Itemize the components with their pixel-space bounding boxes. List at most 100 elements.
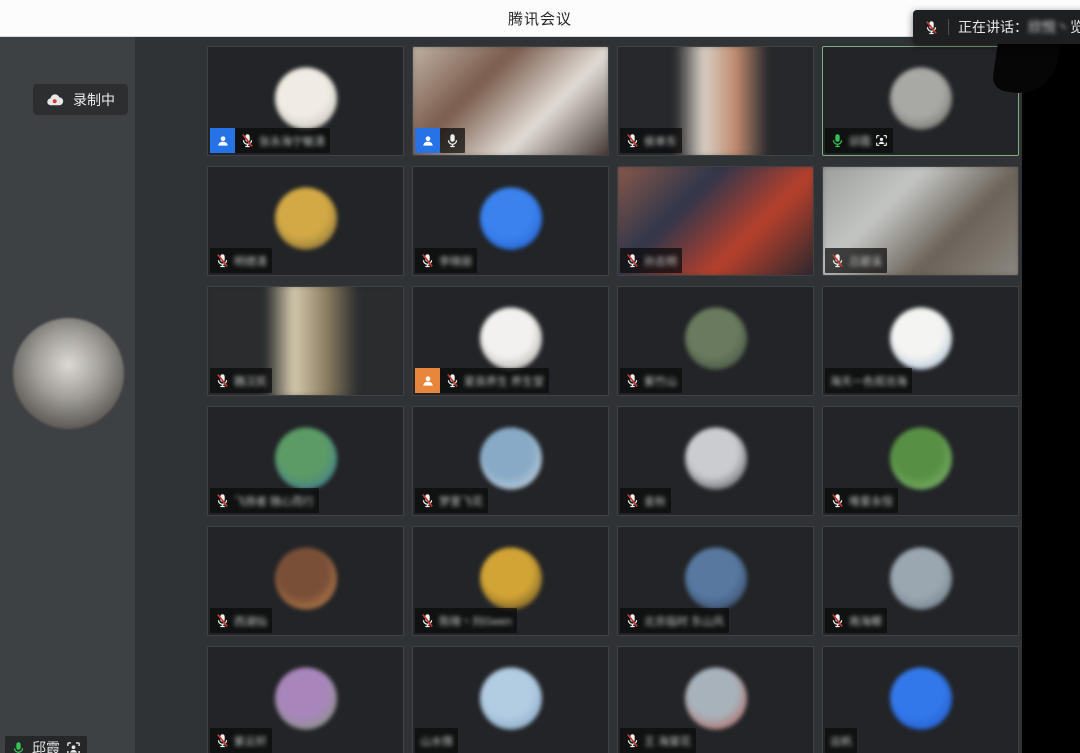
participant-name: 唯爱永恒 — [849, 493, 893, 509]
app-title: 腾讯会议 — [508, 8, 572, 29]
mic-icon — [420, 613, 435, 628]
participant-nametag: 西湖仙 — [210, 608, 272, 633]
self-name: 邱霞 — [32, 738, 60, 753]
right-black-strip — [1022, 37, 1080, 753]
participant-name: 邱霞 — [849, 133, 871, 149]
participant-avatar — [480, 548, 542, 610]
participant-tile[interactable]: 王 海棠花 — [617, 646, 814, 753]
participant-tile[interactable]: 张永海宁敏清 — [207, 46, 404, 156]
participant-tile[interactable]: 紫云轩 — [207, 646, 404, 753]
mic-icon — [215, 493, 230, 508]
participant-nametag: 李晓丽 — [415, 248, 477, 273]
participant-tile[interactable]: 唯爱永恒 — [822, 406, 1019, 516]
participant-nametag: 魏汉民 — [210, 368, 272, 393]
mic-speaking-icon — [11, 741, 26, 753]
participant-tile[interactable]: 明德清 — [207, 166, 404, 276]
participant-nametag: 海天一色观沧海 — [825, 368, 912, 393]
participant-nametag: 夏良养生 养生堂 — [415, 368, 549, 393]
recording-label: 录制中 — [73, 90, 115, 110]
participant-name: 北京临时 东山风 — [644, 613, 724, 629]
participant-avatar — [480, 308, 542, 370]
participant-avatar — [275, 68, 337, 130]
participant-tile[interactable]: 南海椰 — [822, 526, 1019, 636]
participant-tile[interactable]: 梦里飞花 — [412, 406, 609, 516]
mic-icon — [445, 133, 460, 148]
record-cloud-icon — [46, 93, 64, 107]
participant-nametag: 紫云轩 — [210, 728, 272, 753]
participant-nametag: 南海椰 — [825, 608, 887, 633]
mic-icon — [420, 493, 435, 508]
participant-name: 孙志明 — [644, 253, 677, 269]
participant-tile[interactable]: 孙志明 — [617, 166, 814, 276]
toast-divider — [948, 19, 949, 35]
participant-avatar — [890, 68, 952, 130]
focus-icon — [875, 134, 888, 147]
mic-icon — [445, 373, 460, 388]
participant-nametag: 飞扬者 随心而行 — [210, 488, 319, 513]
mic-icon — [215, 613, 230, 628]
participant-tile[interactable]: 北京临时 东山风 — [617, 526, 814, 636]
participant-tile[interactable]: 魏汉民 — [207, 286, 404, 396]
participant-avatar — [685, 308, 747, 370]
person-badge-icon — [415, 368, 440, 393]
speaking-text: 正在讲话：欣悦丶览天 — [958, 17, 1080, 37]
participant-tile[interactable]: 吕碧溪 — [822, 166, 1019, 276]
participant-tile[interactable]: 李晓丽 — [412, 166, 609, 276]
participant-nametag: 孙志明 — [620, 248, 682, 273]
participant-name: 梦里飞花 — [439, 493, 483, 509]
mic-icon — [830, 613, 845, 628]
participant-tile[interactable]: 海天一色观沧海 — [822, 286, 1019, 396]
participant-nametag: 金秋 — [620, 488, 671, 513]
person-badge-icon — [210, 128, 235, 153]
participant-avatar — [275, 188, 337, 250]
participant-tile[interactable]: 山水情 — [412, 646, 609, 753]
participant-nametag: 明德清 — [210, 248, 272, 273]
gallery-area: 张永海宁敏清 — [135, 37, 1022, 753]
participant-tile[interactable]: 远帆 — [822, 646, 1019, 753]
mic-icon — [625, 133, 640, 148]
participant-avatar — [480, 428, 542, 490]
mic-icon — [420, 253, 435, 268]
participant-tile[interactable]: 陈晓丶刘Gwen — [412, 526, 609, 636]
self-name-tag: 邱霞 — [5, 736, 87, 753]
participant-nametag: 紫竹山 — [620, 368, 682, 393]
mic-icon — [625, 253, 640, 268]
participant-tile[interactable]: 夏良养生 养生堂 — [412, 286, 609, 396]
participant-tile[interactable] — [412, 46, 609, 156]
participant-grid: 张永海宁敏清 — [207, 46, 1019, 753]
person-badge-icon — [415, 128, 440, 153]
participant-name: 王 海棠花 — [644, 733, 691, 749]
mic-icon — [240, 133, 255, 148]
participant-name: 吕碧溪 — [849, 253, 882, 269]
participant-nametag: 吕碧溪 — [825, 248, 887, 273]
participant-tile[interactable]: 邱霞 — [822, 46, 1019, 156]
participant-tile[interactable]: 侯单东 — [617, 46, 814, 156]
participant-name: 远帆 — [830, 733, 852, 749]
participant-name: 张永海宁敏清 — [259, 133, 325, 149]
participant-avatar — [480, 188, 542, 250]
participant-nametag: 张永海宁敏清 — [210, 128, 330, 153]
participant-avatar — [275, 428, 337, 490]
participant-nametag: 唯爱永恒 — [825, 488, 898, 513]
participant-name: 金秋 — [644, 493, 666, 509]
mic-icon — [625, 733, 640, 748]
participant-name: 飞扬者 随心而行 — [234, 493, 314, 509]
participant-name: 夏良养生 养生堂 — [464, 373, 544, 389]
participant-avatar — [890, 548, 952, 610]
participant-avatar — [890, 428, 952, 490]
recording-indicator[interactable]: 录制中 — [33, 84, 128, 115]
participant-nametag: 王 海棠花 — [620, 728, 696, 753]
participant-nametag: 山水情 — [415, 728, 458, 753]
participant-name: 海天一色观沧海 — [830, 373, 907, 389]
participant-tile[interactable]: 紫竹山 — [617, 286, 814, 396]
participant-tile[interactable]: 金秋 — [617, 406, 814, 516]
participant-name: 明德清 — [234, 253, 267, 269]
participant-tile[interactable]: 西湖仙 — [207, 526, 404, 636]
mic-muted-icon — [924, 20, 939, 35]
participant-name: 南海椰 — [849, 613, 882, 629]
mic-icon — [830, 493, 845, 508]
participant-nametag: 侯单东 — [620, 128, 682, 153]
mic-icon — [215, 373, 230, 388]
participant-avatar — [685, 428, 747, 490]
participant-tile[interactable]: 飞扬者 随心而行 — [207, 406, 404, 516]
